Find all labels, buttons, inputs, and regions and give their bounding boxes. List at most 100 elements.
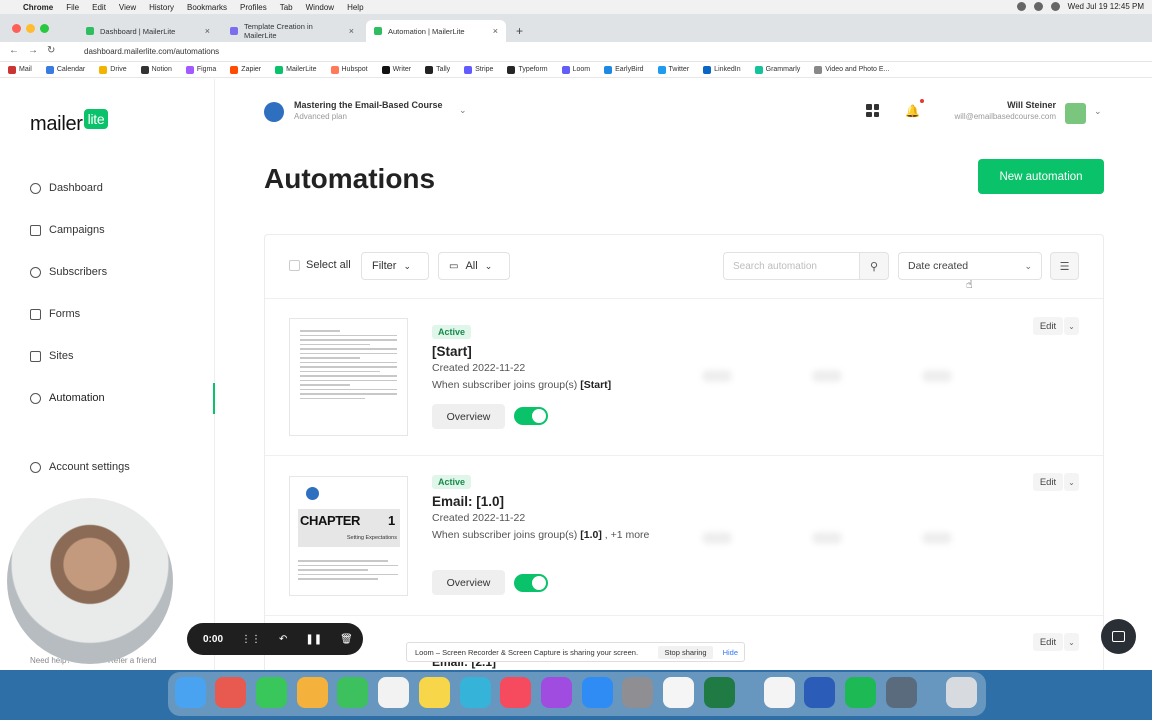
maximize-window-icon[interactable] [40,24,49,33]
bookmark-item[interactable]: Zapier [230,65,261,74]
undo-icon[interactable]: ↶ [279,634,287,645]
trash-bin-icon[interactable] [946,677,977,708]
facetime-icon[interactable] [337,677,368,708]
apps-grid-icon[interactable] [866,104,879,117]
email-thumbnail[interactable] [289,318,408,436]
edit-button[interactable]: Edit [1033,473,1063,491]
automation-title[interactable]: [Start] [432,344,472,359]
loom-icon[interactable] [764,677,795,708]
close-tab-icon[interactable]: × [205,26,210,36]
screenshot-icon[interactable] [886,677,917,708]
browser-tab-automation[interactable]: Automation | MailerLite × [366,20,506,42]
chevron-down-icon[interactable]: ⌄ [1064,473,1079,491]
menu-edit[interactable]: Edit [92,3,106,12]
close-tab-icon[interactable]: × [493,26,498,36]
select-all-label[interactable]: Select all [306,259,351,271]
filter-dropdown[interactable]: Filter ⌄ [361,252,429,280]
chevron-down-icon[interactable]: ⌄ [1094,106,1102,117]
bookmark-item[interactable]: Mail [8,65,32,74]
sidebar-item-campaigns[interactable]: Campaigns [30,224,105,236]
close-window-icon[interactable] [12,24,21,33]
chevron-down-icon[interactable]: ⌄ [459,105,467,116]
sidebar-item-subscribers[interactable]: Subscribers [30,266,107,278]
minimize-window-icon[interactable] [26,24,35,33]
wifi-icon[interactable] [1033,2,1043,11]
trash-icon[interactable]: 🗑 [340,634,353,645]
system-settings-icon[interactable] [622,677,653,708]
columns-settings-button[interactable]: ☰ [1050,252,1079,280]
freeform-icon[interactable] [460,677,491,708]
search-input[interactable] [723,252,860,280]
hide-notice-button[interactable]: Hide [723,648,738,657]
bookmark-item[interactable]: Tally [425,65,450,74]
stop-sharing-button[interactable]: Stop sharing [658,645,713,659]
browser-tab-dashboard[interactable]: Dashboard | MailerLite × [78,20,218,42]
sidebar-item-forms[interactable]: Forms [30,308,80,320]
user-name[interactable]: Will Steiner [940,100,1056,110]
close-tab-icon[interactable]: × [349,26,354,36]
sidebar-item-sites[interactable]: Sites [30,350,73,362]
bookmark-item[interactable]: Grammarly [754,65,800,74]
url-field[interactable]: dashboard.mailerlite.com/automations [70,44,1152,60]
active-toggle[interactable] [514,574,548,592]
email-thumbnail[interactable]: CHAPTER 1 Setting Expectations [289,476,408,596]
pause-icon[interactable]: ❚❚ [305,634,322,645]
browser-tab-template[interactable]: Template Creation in MailerLite × [222,20,362,42]
bookmark-item[interactable]: EarlyBird [604,65,644,74]
excel-icon[interactable] [704,677,735,708]
new-tab-icon[interactable]: + [516,24,523,38]
app-store-icon[interactable] [582,677,613,708]
finder-icon[interactable] [175,677,206,708]
edit-button[interactable]: Edit [1033,633,1063,651]
bell-icon[interactable]: 🔔 [905,104,920,118]
notes-icon[interactable] [419,677,450,708]
messages-icon[interactable] [256,677,287,708]
bookmark-item[interactable]: Hubspot [330,65,368,74]
menubar-clock[interactable]: Wed Jul 19 12:45 PM [1068,2,1144,11]
menu-file[interactable]: File [66,3,79,12]
reload-icon[interactable]: ↻ [47,45,55,56]
bookmark-item[interactable]: Notion [140,65,172,74]
bookmark-item[interactable]: Typeform [507,65,548,74]
bookmark-item[interactable]: Twitter [657,65,689,74]
photos-icon[interactable] [297,677,328,708]
active-toggle[interactable] [514,407,548,425]
sidebar-item-account-settings[interactable]: Account settings [30,461,130,473]
new-automation-button[interactable]: New automation [978,159,1104,194]
chevron-down-icon[interactable]: ⌄ [1064,317,1079,335]
folder-dropdown[interactable]: ▭ All ⌄ [438,252,510,280]
status-icon[interactable] [1016,2,1026,11]
bookmark-item[interactable]: Figma [185,65,216,74]
forward-icon[interactable]: → [28,45,38,56]
spotify-icon[interactable] [845,677,876,708]
sidebar-item-dashboard[interactable]: Dashboard [30,182,103,194]
automation-title[interactable]: Email: [1.0] [432,494,504,509]
avatar[interactable] [1065,103,1086,124]
sidebar-item-automation[interactable]: Automation [30,392,105,404]
menu-view[interactable]: View [119,3,136,12]
drag-handle-icon[interactable]: ⋮⋮ [241,634,261,645]
bookmark-item[interactable]: Drive [99,65,127,74]
select-all-checkbox[interactable] [289,260,300,271]
edit-button[interactable]: Edit [1033,317,1063,335]
bookmark-item[interactable]: Stripe [464,65,493,74]
sort-select[interactable]: Date created ⌄ [898,252,1042,280]
bookmark-item[interactable]: LinkedIn [703,65,741,74]
chat-support-button[interactable] [1101,619,1136,654]
mailerlite-logo[interactable]: mailer lite [30,109,109,136]
reminders-icon[interactable] [378,677,409,708]
chrome-icon[interactable] [663,677,694,708]
overview-button[interactable]: Overview [432,404,505,429]
back-icon[interactable]: ← [9,45,19,56]
menu-app[interactable]: Chrome [23,3,53,12]
music-icon[interactable] [500,677,531,708]
menu-bookmarks[interactable]: Bookmarks [187,3,227,12]
chevron-down-icon[interactable]: ⌄ [1064,633,1079,651]
menu-profiles[interactable]: Profiles [240,3,267,12]
launchpad-icon[interactable] [215,677,246,708]
bookmark-item[interactable]: Writer [381,65,411,74]
account-name[interactable]: Mastering the Email-Based Course [294,100,443,110]
bookmark-item[interactable]: MailerLite [275,65,317,74]
podcasts-icon[interactable] [541,677,572,708]
overview-button[interactable]: Overview [432,570,505,595]
